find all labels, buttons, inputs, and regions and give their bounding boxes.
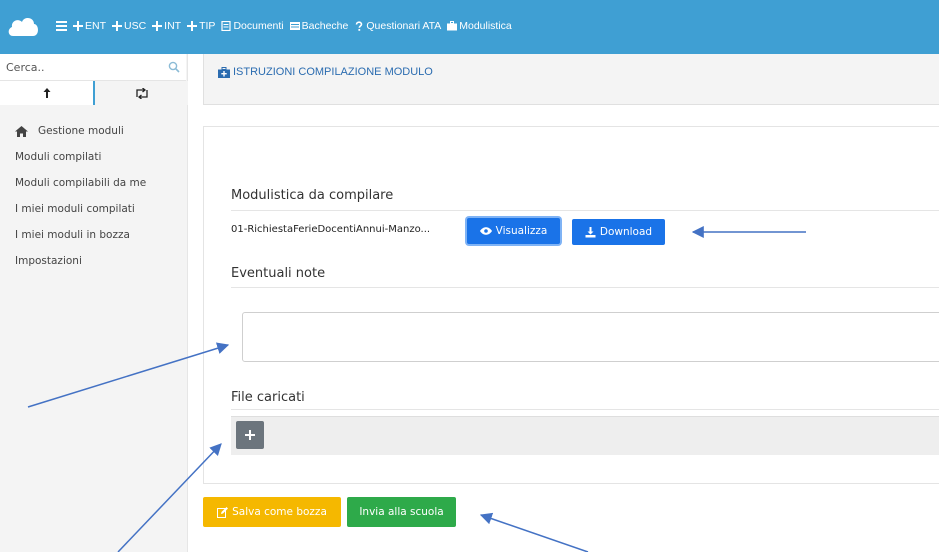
annotation-arrow xyxy=(27,342,230,408)
annotation-arrow xyxy=(117,443,222,552)
annotation-arrow xyxy=(479,512,589,552)
annotation-arrows xyxy=(27,226,806,552)
